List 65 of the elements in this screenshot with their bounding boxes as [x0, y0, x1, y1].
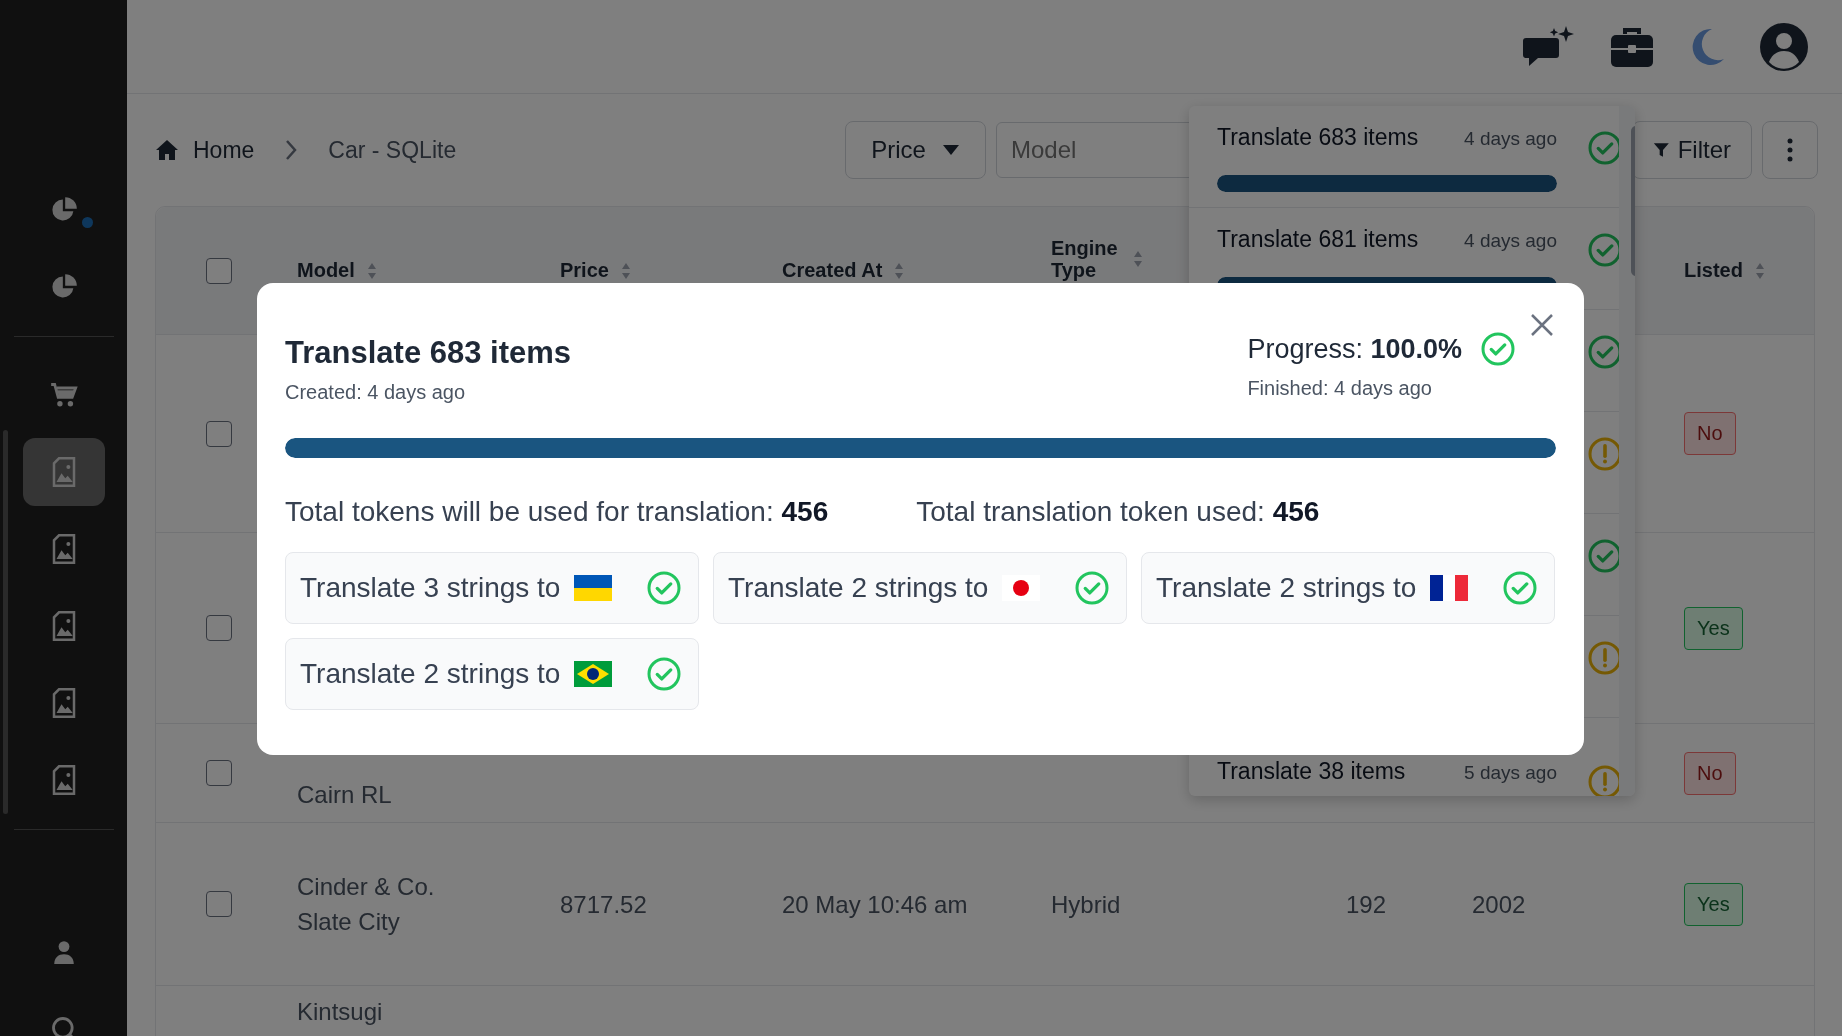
sort-dropdown[interactable]: Price: [845, 121, 986, 179]
checkbox[interactable]: [206, 420, 232, 447]
home-icon[interactable]: [155, 139, 179, 161]
status-badge: Yes: [1684, 606, 1743, 650]
breadcrumb-link[interactable]: Car - SQLite: [328, 136, 457, 164]
column-header[interactable]: Created At: [782, 259, 883, 282]
cart-icon: [49, 381, 78, 409]
task-label: Translate 3 strings to: [300, 572, 561, 604]
more-button[interactable]: [1762, 121, 1818, 179]
chevron-right-icon: [284, 139, 299, 161]
table-cell-text: Cairn RL: [297, 780, 393, 810]
table-cell-text: 8717.52: [560, 889, 648, 920]
status-badge: No: [1684, 751, 1736, 795]
task-time: 5 days ago: [1464, 762, 1557, 784]
sort-icon[interactable]: [1133, 250, 1143, 268]
task-item[interactable]: Translate 683 items 4 days ago: [1189, 106, 1619, 208]
checkbox[interactable]: [206, 891, 232, 917]
task-label: Translate 2 strings to: [728, 572, 989, 604]
image-file-icon: [50, 765, 77, 795]
image-file-icon: [50, 611, 77, 641]
table-cell-text: 192: [1344, 889, 1387, 920]
caret-icon: [941, 144, 960, 156]
checkbox[interactable]: [206, 615, 232, 641]
table-cell-text: Cinder & Co. Slate City: [297, 872, 436, 937]
table-cell-text: Kintsugi: [297, 997, 384, 1027]
created-time: Created: 4 days ago: [285, 381, 467, 404]
tokens-estimate-text: Total tokens will be used for translation: 456: [285, 496, 829, 528]
task-label: Translate 2 strings to: [300, 658, 561, 690]
task-label: Translate 2 strings to: [1156, 572, 1417, 604]
column-header[interactable]: Model: [297, 259, 355, 282]
tokens-used-text: Total translation token used: 456: [916, 496, 1320, 528]
task-time: 4 days ago: [1464, 128, 1557, 150]
sort-icon[interactable]: [894, 261, 905, 280]
status-badge: No: [1684, 412, 1736, 455]
table-cell-text: Hybrid: [1051, 889, 1122, 920]
briefcase-icon[interactable]: [1610, 25, 1654, 68]
kebab-menu-icon: [1787, 138, 1793, 162]
status-badge: Yes: [1684, 882, 1743, 926]
breadcrumb-link[interactable]: Home: [193, 136, 255, 164]
task-title: Translate 38 items: [1217, 758, 1406, 785]
image-file-icon: [50, 534, 77, 564]
sort-icon[interactable]: [1754, 261, 1765, 280]
close-icon: [1530, 313, 1554, 337]
table-cell-text: 20 May 10:46 am: [782, 889, 969, 920]
image-file-icon: [50, 688, 77, 718]
filter-button[interactable]: Filter: [1632, 121, 1752, 179]
dialog-title: Translate 683 items: [285, 335, 572, 371]
column-header[interactable]: Price: [560, 259, 609, 282]
column-header[interactable]: Listed: [1684, 259, 1743, 282]
sidebar-item[interactable]: [22, 438, 105, 506]
finished-time: Finished: 4 days ago: [1247, 377, 1433, 400]
avatar-icon[interactable]: [1760, 22, 1808, 71]
sort-icon[interactable]: [366, 261, 377, 280]
task-title: Translate 681 items: [1217, 226, 1419, 253]
scrollbar[interactable]: [3, 430, 8, 814]
task-title: Translate 683 items: [1217, 124, 1419, 151]
column-header[interactable]: Engine Type: [1051, 237, 1121, 281]
checkbox[interactable]: [206, 257, 232, 284]
table-cell-text: 2002: [1471, 889, 1527, 920]
scrollbar[interactable]: [1619, 106, 1635, 796]
image-file-icon: [50, 457, 77, 487]
checkbox[interactable]: [206, 760, 232, 786]
sort-icon[interactable]: [620, 261, 631, 280]
progress-text: Progress: 100.0%: [1247, 333, 1462, 365]
task-time: 4 days ago: [1464, 230, 1557, 252]
